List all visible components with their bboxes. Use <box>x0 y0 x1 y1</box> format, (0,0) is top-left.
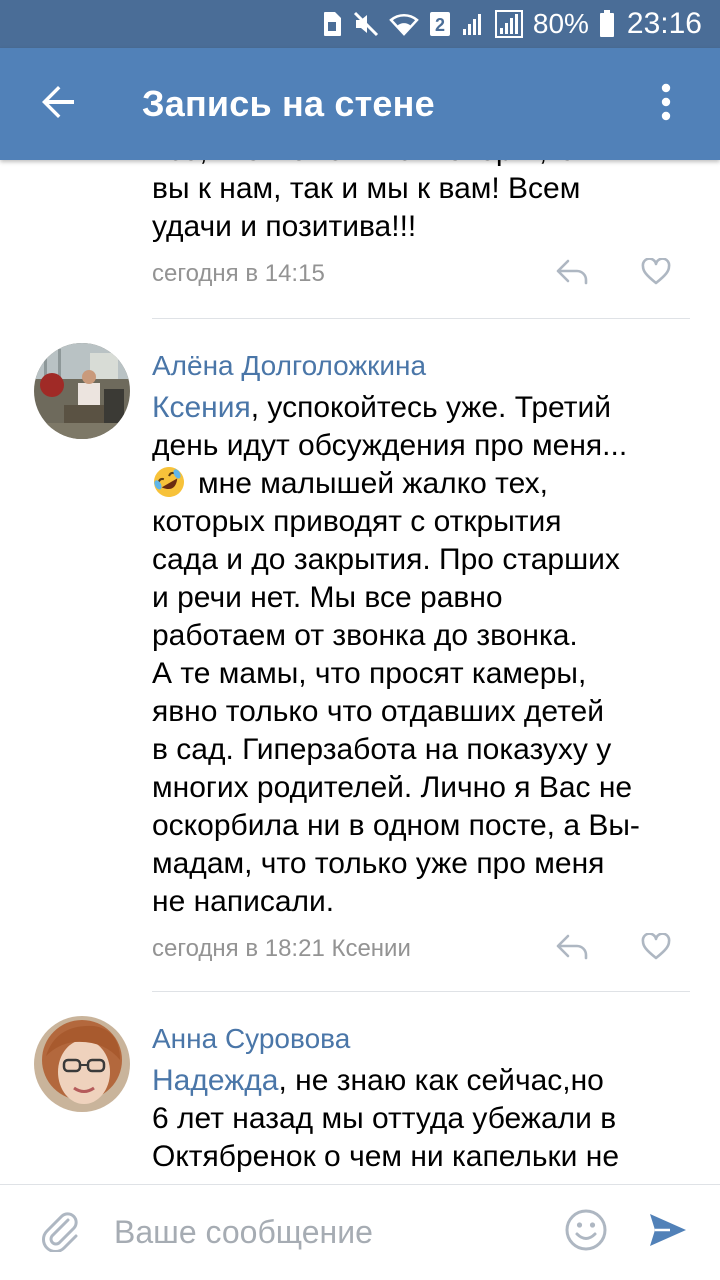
comment-text-line: Ксения, успокойтесь уже. Третий <box>152 389 690 427</box>
arrow-left-icon <box>38 82 78 127</box>
comment-text-line: мадам, что только уже про меня <box>152 847 605 880</box>
comment-author[interactable]: Анна Суровова <box>152 992 690 1056</box>
status-clock: 23:16 <box>626 7 702 40</box>
smiley-icon <box>564 1208 608 1257</box>
comment-meta: сегодня в 18:21 Ксении <box>152 925 690 973</box>
comment-text-line: мне малышей жалко тех, <box>152 465 690 503</box>
paperclip-icon <box>38 1208 82 1257</box>
sim-badge-number: 2 <box>435 15 445 35</box>
app-bar: Запись на стене <box>0 48 720 160</box>
avatar[interactable] <box>34 1016 130 1112</box>
send-button[interactable] <box>640 1205 696 1261</box>
sd-card-icon <box>321 11 343 37</box>
mention-link[interactable]: Ксения <box>152 391 251 424</box>
battery-percent: 80% <box>532 8 589 39</box>
comment-item: Алёна Долголожкина Ксения, успокойтесь у… <box>0 319 720 992</box>
back-button[interactable] <box>26 72 90 136</box>
comment-text-line: явно только что отдавших детей <box>152 695 604 728</box>
sim-badge: 2 <box>429 11 451 37</box>
emoji-button[interactable] <box>558 1205 614 1261</box>
message-composer <box>0 1184 720 1280</box>
comment-text-fragment: мне малышей жалко тех, <box>198 467 548 500</box>
page-title: Запись на стене <box>142 83 435 124</box>
send-icon <box>646 1208 690 1257</box>
comment-text-line: сада и до закрытия. Про старших <box>152 543 620 576</box>
more-options-button[interactable] <box>634 72 698 136</box>
like-button[interactable] <box>632 254 680 294</box>
comment-text: все, что можем! Как говорят,как вы к нам… <box>152 160 690 246</box>
comment-timestamp: сегодня в 14:15 <box>152 260 325 287</box>
comment-text-line: многих родителей. Лично я Вас не <box>152 771 633 804</box>
comment-text-line: А те мамы, что просят камеры, <box>152 657 587 690</box>
mention-link[interactable]: Надежда <box>152 1064 278 1097</box>
heart-icon <box>641 931 671 966</box>
signal-icon <box>461 11 485 37</box>
comment-timestamp: сегодня в 18:21 Ксении <box>152 935 411 962</box>
heart-icon <box>641 256 671 291</box>
comment-text-line: оскорбила ни в одном посте, а Вы- <box>152 809 640 842</box>
avatar[interactable] <box>34 343 130 439</box>
attach-button[interactable] <box>32 1205 88 1261</box>
comment-text: Ксения, успокойтесь уже. Третий день иду… <box>152 389 690 921</box>
comment-text-line: работаем от звонка до звонка. <box>152 619 578 652</box>
message-input[interactable] <box>114 1202 558 1263</box>
comment-author[interactable]: Алёна Долголожкина <box>152 319 690 383</box>
comment-text-line: которых приводят с открытия <box>152 505 562 538</box>
comment-text: Надежда, не знаю как сейчас,но 6 лет наз… <box>152 1062 690 1176</box>
like-button[interactable] <box>632 929 680 969</box>
comment-text-line: Октябренок о чем ни капельки не <box>152 1140 620 1173</box>
comment-item: Анна Суровова Надежда, не знаю как сейча… <box>0 992 720 1176</box>
rolling-on-floor-laughing-emoji <box>152 465 186 499</box>
reply-icon <box>555 258 589 291</box>
reply-button[interactable] <box>548 929 596 969</box>
comment-text-fragment: , успокойтесь уже. Третий <box>250 391 611 424</box>
more-vertical-icon <box>660 82 672 127</box>
comment-text-line: не написали. <box>152 885 335 918</box>
status-bar: 2 80% 23:16 <box>0 0 720 48</box>
comment-text-line: вы к нам, так и мы к вам! Всем <box>152 172 581 205</box>
comment-item: все, что можем! Как говорят,как вы к нам… <box>0 160 720 319</box>
mute-icon <box>353 11 379 37</box>
reply-button[interactable] <box>548 254 596 294</box>
comment-text-line: все, что можем! Как говорят,как <box>152 160 690 170</box>
comment-text-line: 6 лет назад мы оттуда убежали в <box>152 1102 617 1135</box>
battery-icon <box>599 10 615 38</box>
comments-feed[interactable]: все, что можем! Как говорят,как вы к нам… <box>0 160 720 1184</box>
comment-text-line: удачи и позитива!!! <box>152 210 417 243</box>
signal-icon-2 <box>494 10 523 38</box>
comment-text-fragment: , не знаю как сейчас,но <box>278 1064 604 1097</box>
reply-icon <box>555 933 589 966</box>
comment-text-line: Надежда, не знаю как сейчас,но <box>152 1062 690 1100</box>
comment-text-line: и речи нет. Мы все равно <box>152 581 503 614</box>
wifi-icon <box>389 12 419 36</box>
comment-meta: сегодня в 14:15 <box>152 250 690 298</box>
comment-text-line: в сад. Гиперзабота на показуху у <box>152 733 612 766</box>
comment-text-line: день идут обсуждения про меня... <box>152 429 628 462</box>
